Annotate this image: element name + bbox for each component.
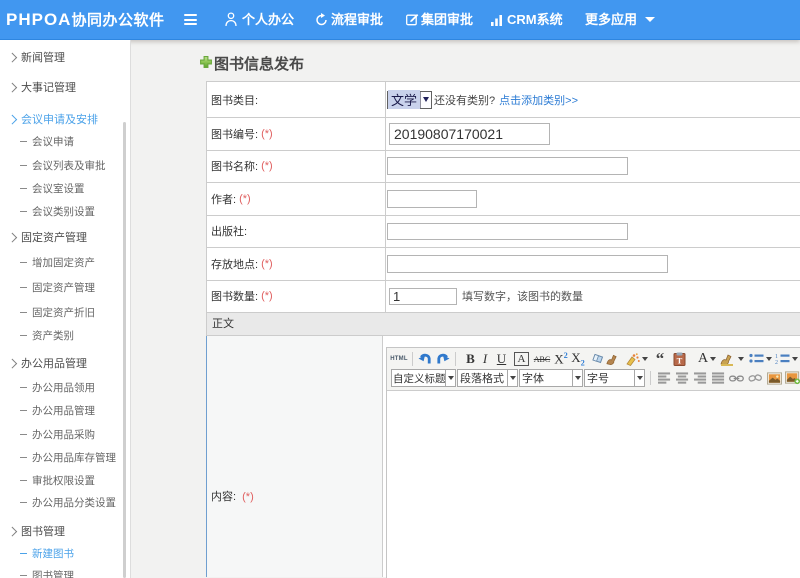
svg-text:2: 2 [775, 360, 778, 365]
svg-text:T: T [677, 355, 683, 365]
